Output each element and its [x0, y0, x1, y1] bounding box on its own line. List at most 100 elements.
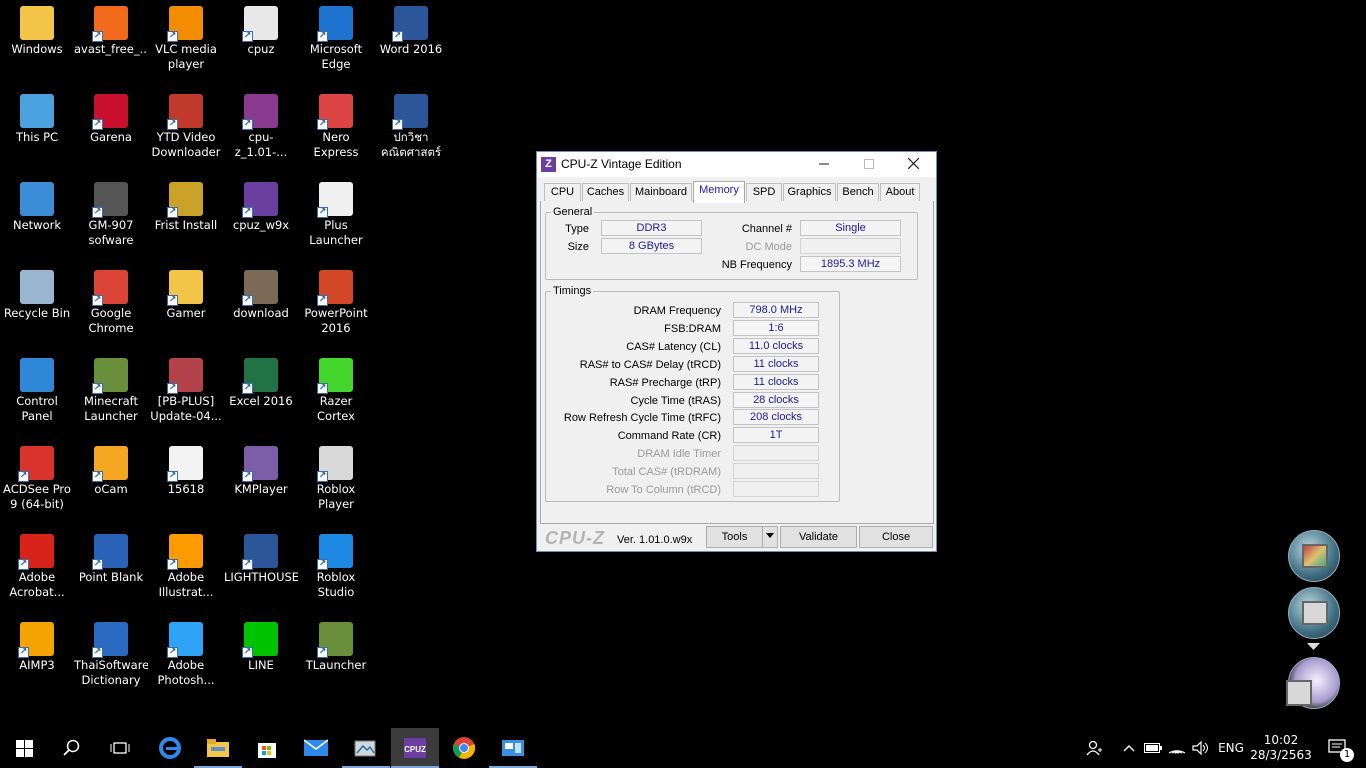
- bubble-gadget[interactable]: [1286, 657, 1340, 709]
- wifi-button[interactable]: [1166, 728, 1188, 768]
- desktop-icon[interactable]: ↗ cpuz_w9x: [224, 176, 298, 260]
- desktop-icon[interactable]: ↗ ACDSee Pro 9 (64-bit): [0, 440, 74, 524]
- desktop-icon-label: Control Panel: [16, 394, 58, 423]
- desktop-icon[interactable]: ↗ cpuz: [224, 0, 298, 84]
- type-value: DDR3: [601, 220, 702, 236]
- tab-graphics[interactable]: Graphics: [783, 183, 836, 202]
- timing-label: DRAM Frequency: [633, 305, 721, 317]
- desktop-icon[interactable]: ↗ Word 2016: [374, 0, 448, 84]
- dc-mode-value: [800, 238, 901, 254]
- tab-spd[interactable]: SPD: [746, 183, 782, 202]
- desktop-icon[interactable]: ↗ KMPlayer: [224, 440, 298, 524]
- desktop-icon[interactable]: ↗ Microsoft Edge: [299, 0, 373, 84]
- battery-button[interactable]: [1142, 728, 1164, 768]
- task-view-button[interactable]: [96, 728, 144, 768]
- shortcut-arrow-icon: ↗: [92, 207, 103, 218]
- desktop-icon[interactable]: Recycle Bin: [0, 264, 74, 348]
- desktop-icon[interactable]: Network: [0, 176, 74, 260]
- desktop-icon[interactable]: ↗ GM-907 sofware: [74, 176, 148, 260]
- desktop-icon[interactable]: ↗ [PB-PLUS] Update-04...: [149, 352, 223, 436]
- people-button[interactable]: [1083, 728, 1105, 768]
- search-button[interactable]: [48, 728, 96, 768]
- desktop-icon[interactable]: ↗ Nero Express: [299, 88, 373, 172]
- tab-cpu[interactable]: CPU: [544, 183, 581, 202]
- taskbar-file-explorer[interactable]: [194, 728, 242, 768]
- desktop-icon[interactable]: ↗ avast_free_...: [74, 0, 148, 84]
- tlauncher-icon: ↗: [317, 622, 353, 658]
- cpu-meter-gadget[interactable]: [1288, 587, 1340, 639]
- desktop-icon[interactable]: Control Panel: [0, 352, 74, 436]
- desktop-icon[interactable]: ↗ YTD Video Downloader: [149, 88, 223, 172]
- desktop-icon[interactable]: ↗ Adobe Photosh...: [149, 616, 223, 700]
- taskbar-edge[interactable]: [146, 728, 194, 768]
- shortcut-arrow-icon: ↗: [242, 295, 253, 306]
- ocam-icon: ↗: [92, 446, 128, 482]
- shortcut-arrow-icon: ↗: [317, 647, 328, 658]
- desktop-icon[interactable]: ↗ Google Chrome: [74, 264, 148, 348]
- tab-memory[interactable]: Memory: [693, 181, 745, 203]
- desktop-icon[interactable]: ↗ 15618: [149, 440, 223, 524]
- chrome-icon: [452, 737, 476, 759]
- taskbar-chrome[interactable]: [440, 728, 488, 768]
- clock[interactable]: 10:02 28/3/2563: [1250, 728, 1312, 768]
- title-bar[interactable]: Z CPU-Z Vintage Edition: [537, 152, 936, 177]
- start-button[interactable]: [0, 728, 48, 768]
- desktop-icon[interactable]: ↗ download: [224, 264, 298, 348]
- desktop-icon[interactable]: ↗ oCam: [74, 440, 148, 524]
- slideshow-gadget[interactable]: [1288, 530, 1340, 582]
- close-window-button[interactable]: [891, 152, 936, 177]
- tools-button[interactable]: Tools: [706, 526, 763, 548]
- clock-time: 10:02: [1263, 733, 1299, 747]
- desktop-icon[interactable]: ↗ Minecraft Launcher: [74, 352, 148, 436]
- desktop-icon[interactable]: ↗ LINE: [224, 616, 298, 700]
- desktop-icon[interactable]: ↗ AIMP3: [0, 616, 74, 700]
- garena-icon: ↗: [92, 94, 128, 130]
- action-center-button[interactable]: 1: [1318, 728, 1358, 768]
- desktop-icon[interactable]: ↗ Garena: [74, 88, 148, 172]
- close-button[interactable]: Close: [859, 526, 933, 548]
- tab-about[interactable]: About: [880, 183, 920, 202]
- word-doc-icon: ↗: [392, 94, 428, 130]
- minimize-button[interactable]: [801, 152, 846, 177]
- cpuz-brand-logo: CPU-Z: [545, 528, 605, 548]
- tab-mainboard[interactable]: Mainboard: [630, 183, 692, 202]
- desktop-icon[interactable]: ↗ Roblox Player: [299, 440, 373, 524]
- tab-bench[interactable]: Bench: [837, 183, 879, 202]
- vlc-icon: ↗: [167, 6, 203, 42]
- timing-value: 11 clocks: [733, 355, 819, 372]
- tab-caches[interactable]: Caches: [582, 183, 629, 202]
- desktop-icon[interactable]: ↗ Excel 2016: [224, 352, 298, 436]
- desktop-icon[interactable]: ↗ Adobe Illustrat...: [149, 528, 223, 612]
- desktop-icon[interactable]: This PC: [0, 88, 74, 172]
- desktop-icon[interactable]: ↗ LIGHTHOUSE: [224, 528, 298, 612]
- folder-icon: [20, 6, 54, 40]
- desktop-icon[interactable]: ↗ ปกวิชา คณิตศาสตร์: [374, 88, 448, 172]
- taskbar-cpuz[interactable]: CPUZ: [391, 728, 439, 768]
- desktop-icon[interactable]: ↗ Gamer: [149, 264, 223, 348]
- gadget-expand-icon[interactable]: [1307, 643, 1320, 651]
- desktop-icon[interactable]: ↗ Point Blank: [74, 528, 148, 612]
- desktop-icon[interactable]: ↗ Roblox Studio: [299, 528, 373, 612]
- validate-button[interactable]: Validate: [780, 526, 857, 548]
- desktop-icon[interactable]: ↗ Razer Cortex: [299, 352, 373, 436]
- desktop-icon[interactable]: ↗ PowerPoint 2016: [299, 264, 373, 348]
- volume-button[interactable]: [1190, 728, 1212, 768]
- desktop-icon[interactable]: ↗ Plus Launcher: [299, 176, 373, 260]
- taskbar-store[interactable]: [243, 728, 291, 768]
- desktop-icon-label: Windows: [11, 42, 63, 56]
- taskbar-photos[interactable]: [342, 728, 390, 768]
- desktop-icon[interactable]: ↗ Frist Install: [149, 176, 223, 260]
- desktop-icon[interactable]: Windows: [0, 0, 74, 84]
- desktop-icon[interactable]: ↗ VLC media player: [149, 0, 223, 84]
- desktop-icon[interactable]: ↗ ThaiSoftware Dictionary: [74, 616, 148, 700]
- show-hidden-icons-button[interactable]: [1119, 728, 1139, 768]
- desktop-icon[interactable]: ↗ cpu-z_1.01-...: [224, 88, 298, 172]
- input-language[interactable]: ENG: [1214, 728, 1248, 768]
- taskbar-mail[interactable]: [292, 728, 340, 768]
- desktop-icon-label: Nero Express: [313, 130, 359, 159]
- taskbar-control-panel[interactable]: [489, 728, 537, 768]
- desktop-icon[interactable]: ↗ Adobe Acrobat...: [0, 528, 74, 612]
- shortcut-arrow-icon: ↗: [317, 119, 328, 130]
- tools-dropdown-button[interactable]: [762, 526, 778, 548]
- desktop-icon[interactable]: ↗ TLauncher: [299, 616, 373, 700]
